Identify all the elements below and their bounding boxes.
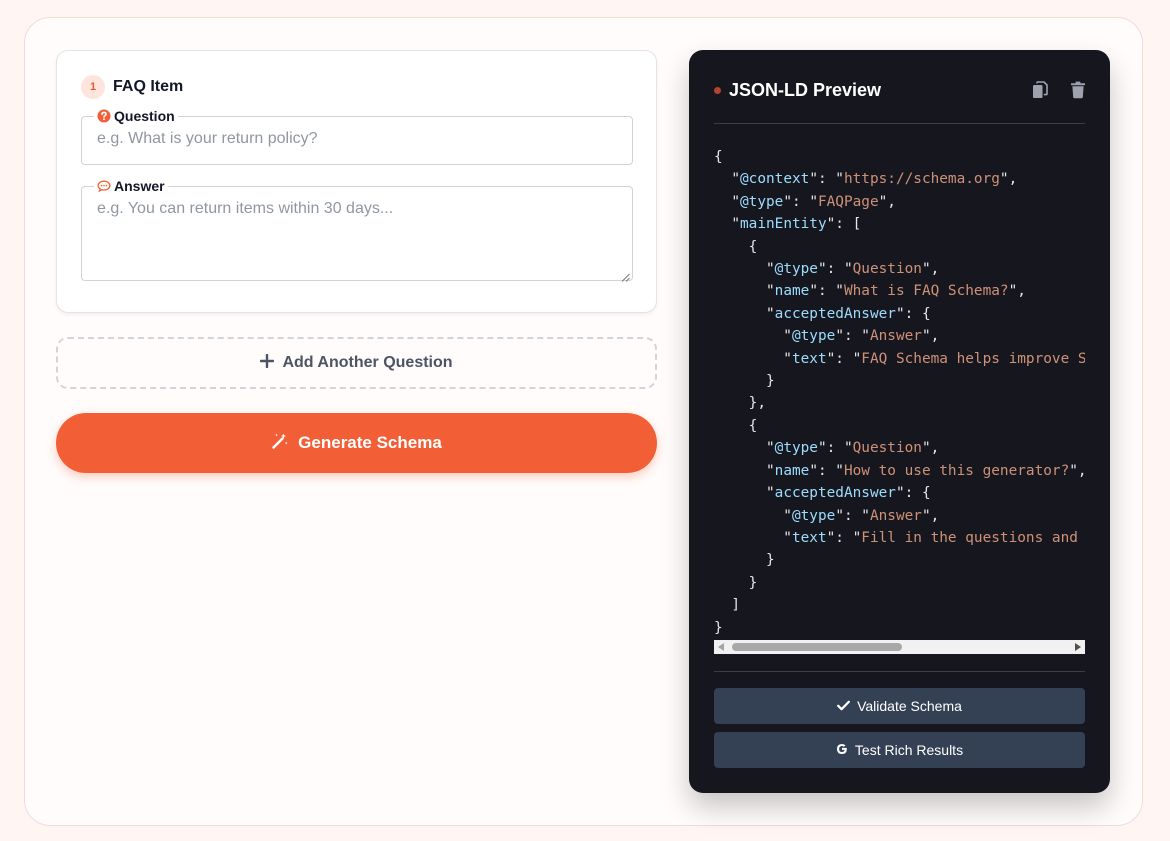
json-string: Answer <box>869 507 922 524</box>
json-key: acceptedAnswer <box>774 485 896 502</box>
trash-icon[interactable] <box>1070 81 1086 99</box>
copy-icon[interactable] <box>1032 81 1048 99</box>
question-field: Question <box>81 108 633 165</box>
google-icon <box>836 742 848 758</box>
check-icon <box>837 698 850 714</box>
json-string: https://schema.org <box>843 171 1000 188</box>
json-key: mainEntity <box>740 216 827 233</box>
json-key: @type <box>774 440 818 457</box>
json-key: @context <box>740 171 810 188</box>
json-key: @type <box>791 507 836 524</box>
question-input[interactable] <box>82 124 632 154</box>
json-key: @type <box>791 328 836 345</box>
faq-item-header: 1 FAQ Item <box>81 75 183 99</box>
json-key: name <box>774 462 810 479</box>
answer-textarea[interactable] <box>82 194 632 274</box>
validate-schema-button[interactable]: Validate Schema <box>714 688 1085 724</box>
question-circle-icon <box>97 109 111 123</box>
plus-icon <box>260 353 275 373</box>
json-key: text <box>791 350 827 367</box>
footer-divider <box>714 671 1085 672</box>
magic-wand-icon <box>271 432 289 455</box>
question-label-text: Question <box>114 108 175 124</box>
faq-item-number-badge: 1 <box>81 75 105 99</box>
json-string: How to use this generator? <box>843 462 1070 479</box>
answer-label: Answer <box>94 178 168 194</box>
horizontal-scrollbar[interactable] <box>714 640 1085 654</box>
scroll-right-arrow-icon[interactable] <box>1075 643 1081 651</box>
answer-field: Answer <box>81 178 633 282</box>
question-label: Question <box>94 108 178 124</box>
json-string: Question <box>852 440 922 457</box>
test-rich-results-label: Test Rich Results <box>854 742 964 758</box>
header-divider <box>714 123 1085 124</box>
json-key: name <box>774 283 810 300</box>
comment-dots-icon <box>97 179 111 193</box>
status-dot <box>714 87 721 94</box>
json-key: text <box>791 529 827 546</box>
json-string: FAQ Schema helps improve SEO by displayi… <box>861 350 1085 367</box>
json-key: @type <box>774 261 818 278</box>
validate-schema-label: Validate Schema <box>857 698 962 714</box>
json-code-block[interactable]: { "@context": "https://schema.org", "@ty… <box>714 146 1085 640</box>
json-string: Fill in the questions and answers, then … <box>861 529 1078 546</box>
answer-label-text: Answer <box>114 178 165 194</box>
scroll-left-arrow-icon[interactable] <box>718 643 724 651</box>
preview-actions <box>1032 81 1086 99</box>
generate-schema-button[interactable]: Generate Schema <box>56 413 657 473</box>
json-key: @type <box>740 193 784 210</box>
add-question-button[interactable]: Add Another Question <box>56 337 657 389</box>
test-rich-results-button[interactable]: Test Rich Results <box>714 732 1085 768</box>
resize-handle[interactable] <box>621 269 630 282</box>
scrollbar-thumb[interactable] <box>732 643 902 651</box>
generate-schema-label: Generate Schema <box>298 433 442 452</box>
json-key: acceptedAnswer <box>774 305 896 322</box>
preview-title: JSON-LD Preview <box>729 80 882 100</box>
add-question-label: Add Another Question <box>282 354 453 371</box>
json-string: FAQPage <box>817 193 879 210</box>
json-string: Question <box>852 261 922 278</box>
json-ld-preview-panel: JSON-LD Preview { "@context": "https://s… <box>689 50 1110 793</box>
faq-item-title: FAQ Item <box>113 78 184 95</box>
json-string: Answer <box>869 328 922 345</box>
preview-header: JSON-LD Preview <box>714 80 881 101</box>
json-string: What is FAQ Schema? <box>843 283 1009 300</box>
faq-item-card: 1 FAQ Item Question Answer <box>56 50 657 313</box>
